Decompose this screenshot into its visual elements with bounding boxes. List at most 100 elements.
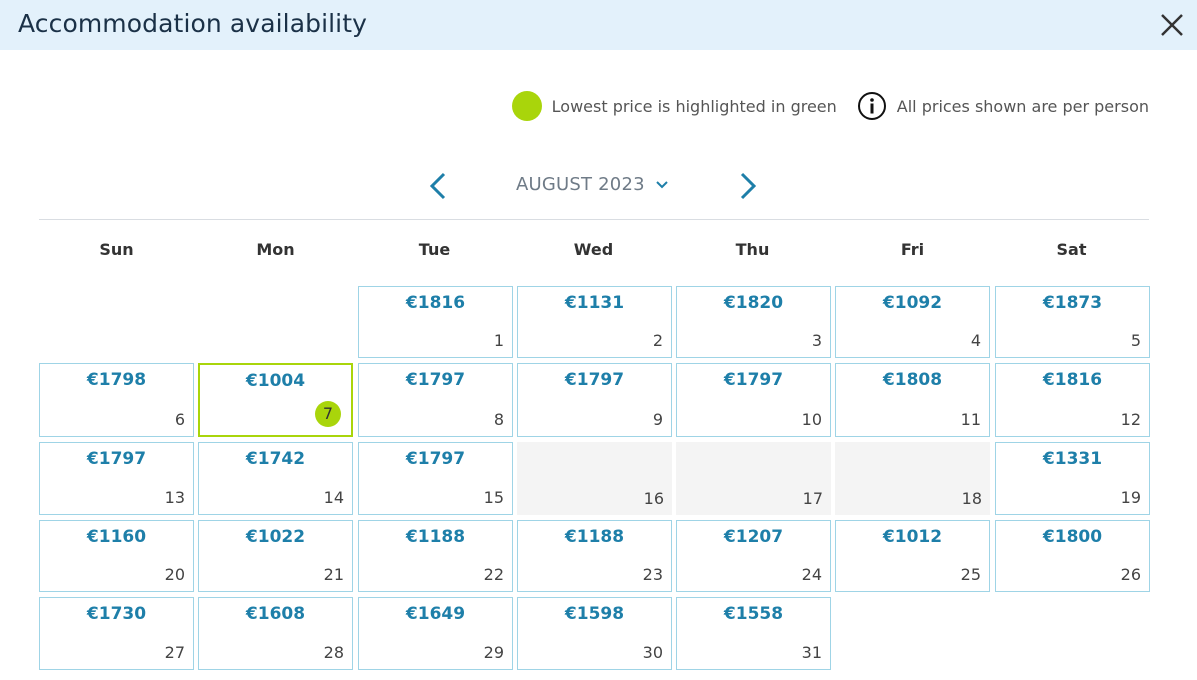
day-price: €1797 (86, 449, 147, 469)
day-number: 7 (315, 401, 341, 427)
day-number: 1 (493, 331, 504, 350)
day-number: 5 (1130, 331, 1141, 350)
day-price: €1800 (1042, 527, 1103, 547)
day-price: €1730 (86, 604, 147, 624)
weekday-fri: Fri (900, 240, 925, 259)
day-price: €1331 (1042, 449, 1103, 469)
day-price: €1816 (405, 293, 466, 313)
day-number: 18 (961, 489, 982, 508)
calendar-day-cell[interactable]: €1808 11 (835, 363, 990, 437)
day-price: €1188 (405, 527, 466, 547)
calendar-day-cell[interactable]: €1873 5 (995, 286, 1150, 358)
day-number: 8 (493, 410, 504, 429)
day-price: €1797 (564, 370, 625, 390)
calendar-day-cell: 17 (676, 442, 831, 515)
calendar-day-cell[interactable]: €1798 6 (39, 363, 194, 437)
calendar-day-cell[interactable]: €1797 8 (358, 363, 513, 437)
day-price: €1022 (245, 527, 306, 547)
close-icon (1161, 14, 1183, 36)
day-price: €1558 (723, 604, 784, 624)
calendar-day-cell[interactable]: €1160 20 (39, 520, 194, 592)
day-price: €1012 (882, 527, 943, 547)
day-number: 23 (642, 565, 663, 584)
calendar-day-cell[interactable]: €1207 24 (676, 520, 831, 592)
day-price: €1742 (245, 449, 306, 469)
calendar-day-cell[interactable]: €1742 14 (198, 442, 353, 515)
day-number: 3 (811, 331, 822, 350)
calendar-day-cell[interactable]: €1092 4 (835, 286, 990, 358)
calendar-day-cell[interactable]: €1598 30 (517, 597, 672, 670)
calendar-day-cell[interactable]: €1131 2 (517, 286, 672, 358)
day-price: €1608 (245, 604, 306, 624)
day-number: 12 (1120, 410, 1141, 429)
calendar-day-cell[interactable]: €1004 7 (198, 363, 353, 437)
month-label: AUGUST 2023 (516, 174, 645, 195)
legend: Lowest price is highlighted in green All… (511, 90, 1149, 122)
day-price: €1649 (405, 604, 466, 624)
calendar-day-cell: 16 (517, 442, 672, 515)
calendar-day-cell[interactable]: €1188 22 (358, 520, 513, 592)
day-price: €1092 (882, 293, 943, 313)
day-price: €1820 (723, 293, 784, 313)
calendar-day-cell[interactable]: €1558 31 (676, 597, 831, 670)
month-select[interactable]: AUGUST 2023 (516, 174, 669, 195)
calendar-day-cell[interactable]: €1800 26 (995, 520, 1150, 592)
weekday-thu: Thu (735, 240, 770, 259)
green-dot-icon (511, 91, 542, 121)
day-number: 4 (970, 331, 981, 350)
day-price: €1873 (1042, 293, 1103, 313)
day-number: 27 (164, 643, 185, 662)
day-price: €1188 (564, 527, 625, 547)
day-price: €1797 (723, 370, 784, 390)
calendar-day-cell[interactable]: €1331 19 (995, 442, 1150, 515)
calendar-day-cell[interactable]: €1608 28 (198, 597, 353, 670)
day-price: €1131 (564, 293, 625, 313)
calendar-day-cell[interactable]: €1797 13 (39, 442, 194, 515)
weekday-tue: Tue (418, 240, 451, 259)
calendar-day-cell[interactable]: €1797 10 (676, 363, 831, 437)
calendar-day-cell[interactable]: €1022 21 (198, 520, 353, 592)
day-price: €1598 (564, 604, 625, 624)
next-month-button[interactable] (730, 168, 766, 204)
legend-per-person: All prices shown are per person (896, 96, 1149, 116)
calendar-day-cell[interactable]: €1012 25 (835, 520, 990, 592)
calendar-day-cell[interactable]: €1797 15 (358, 442, 513, 515)
day-number: 21 (323, 565, 344, 584)
previous-month-button[interactable] (420, 168, 456, 204)
day-price: €1797 (405, 370, 466, 390)
day-number: 22 (483, 565, 504, 584)
calendar-day-cell[interactable]: €1820 3 (676, 286, 831, 358)
chevron-right-icon (740, 172, 757, 200)
day-number: 24 (801, 565, 822, 584)
calendar-day-cell[interactable]: €1730 27 (39, 597, 194, 670)
day-price: €1004 (245, 371, 306, 391)
day-price: €1160 (86, 527, 147, 547)
day-price: €1808 (882, 370, 943, 390)
weekday-sat: Sat (1056, 240, 1087, 259)
dialog-header: Accommodation availability (0, 0, 1197, 50)
calendar-day-cell[interactable]: €1797 9 (517, 363, 672, 437)
day-number: 17 (802, 489, 823, 508)
calendar-day-cell[interactable]: €1649 29 (358, 597, 513, 670)
day-number: 19 (1120, 488, 1141, 507)
day-price: €1207 (723, 527, 784, 547)
divider (39, 219, 1149, 220)
weekday-mon: Mon (256, 240, 295, 259)
calendar-day-cell[interactable]: €1188 23 (517, 520, 672, 592)
weekday-sun: Sun (99, 240, 134, 259)
day-number: 9 (652, 410, 663, 429)
day-number: 28 (323, 643, 344, 662)
close-button[interactable] (1157, 10, 1187, 40)
calendar-day-cell: 18 (835, 442, 990, 515)
day-number: 2 (652, 331, 663, 350)
calendar-day-cell[interactable]: €1816 12 (995, 363, 1150, 437)
legend-lowest-price: Lowest price is highlighted in green (551, 96, 837, 116)
calendar-day-cell[interactable]: €1816 1 (358, 286, 513, 358)
day-number: 10 (801, 410, 822, 429)
weekday-header-row: Sun Mon Tue Wed Thu Fri Sat (39, 240, 1149, 264)
day-number: 14 (323, 488, 344, 507)
day-price: €1797 (405, 449, 466, 469)
day-number: 11 (960, 410, 981, 429)
weekday-wed: Wed (573, 240, 614, 259)
day-price: €1816 (1042, 370, 1103, 390)
